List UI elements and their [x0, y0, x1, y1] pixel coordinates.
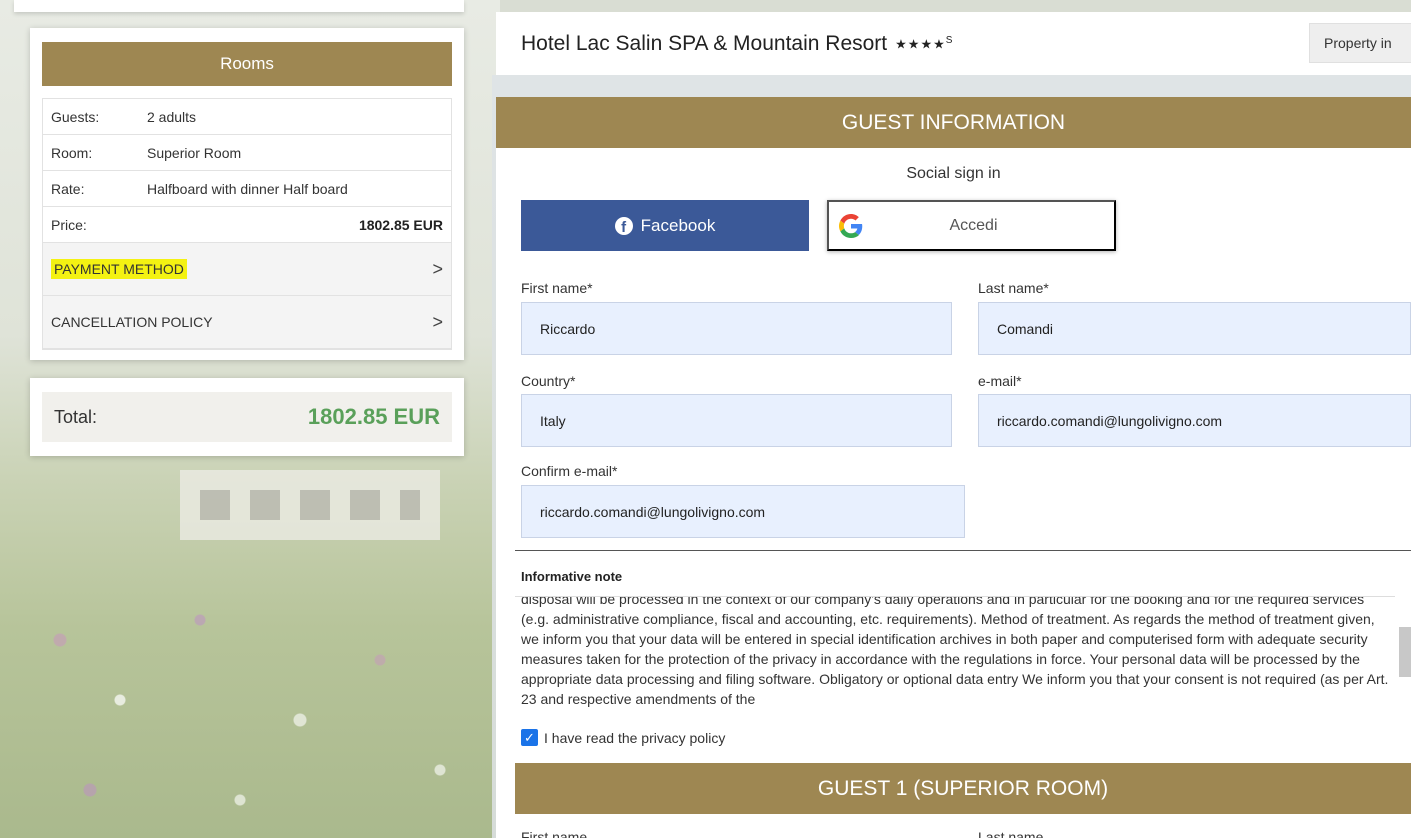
room-value: Superior Room — [147, 144, 242, 161]
rooms-row-guests: Guests: 2 adults — [43, 99, 451, 135]
booking-form-panel: GUEST INFORMATION Social sign in f Faceb… — [496, 97, 1411, 838]
guest-information-title: GUEST INFORMATION — [496, 97, 1411, 148]
total-row: Total: 1802.85 EUR — [42, 392, 452, 442]
payment-method-label: PAYMENT METHOD — [51, 259, 187, 279]
google-label: Accedi — [949, 216, 998, 234]
country-label: Country* — [521, 373, 576, 389]
rooms-row-rate: Rate: Halfboard with dinner Half board — [43, 171, 451, 207]
last-name-input[interactable] — [978, 302, 1411, 355]
informative-note-text: disposal will be processed in the contex… — [521, 596, 1389, 707]
email-label: e-mail* — [978, 373, 1022, 389]
country-input[interactable] — [521, 394, 952, 447]
guest1-first-name-label: First name — [521, 829, 588, 838]
chevron-right-icon: > — [432, 311, 443, 332]
hotel-name: Hotel Lac Salin SPA & Mountain Resort — [521, 31, 888, 55]
total-card: Total: 1802.85 EUR — [30, 378, 464, 456]
last-name-label: Last name* — [978, 280, 1049, 296]
informative-note-title: Informative note — [521, 569, 623, 584]
background-hotel-building — [180, 470, 440, 540]
facebook-label: Facebook — [640, 215, 716, 235]
cancellation-policy-accordion[interactable]: CANCELLATION POLICY > — [43, 296, 451, 349]
facebook-sign-in-button[interactable]: f Facebook — [521, 200, 809, 251]
payment-method-accordion[interactable]: PAYMENT METHOD > — [43, 243, 451, 296]
guest1-last-name-label: Last name — [978, 829, 1044, 838]
privacy-policy-checkbox-row[interactable]: ✓ I have read the privacy policy — [521, 729, 725, 746]
room-label: Room: — [51, 144, 93, 161]
privacy-policy-label: I have read the privacy policy — [544, 729, 726, 746]
informative-note-scrollbox[interactable]: disposal will be processed in the contex… — [515, 596, 1395, 714]
rate-label: Rate: — [51, 180, 85, 197]
google-icon — [839, 213, 863, 238]
email-input[interactable] — [978, 394, 1411, 447]
guest-1-title: GUEST 1 (SUPERIOR ROOM) — [515, 763, 1411, 814]
rooms-card-title: Rooms — [42, 42, 452, 86]
rooms-row-price: Price: 1802.85 EUR — [43, 207, 451, 243]
stars-glyphs: ★★★★ — [895, 36, 946, 52]
total-label: Total: — [54, 406, 98, 427]
social-sign-in-title: Social sign in — [906, 165, 1001, 182]
stars-suffix: S — [945, 34, 954, 46]
previous-card-edge — [14, 0, 464, 12]
rooms-row-room: Room: Superior Room — [43, 135, 451, 171]
confirm-email-label: Confirm e-mail* — [521, 463, 618, 479]
cancellation-policy-label: CANCELLATION POLICY — [51, 314, 213, 330]
first-name-label: First name* — [521, 280, 593, 296]
confirm-email-input[interactable] — [521, 485, 965, 538]
price-label: Price: — [51, 216, 87, 233]
google-sign-in-button[interactable]: Accedi — [827, 200, 1116, 251]
chevron-right-icon: > — [432, 258, 443, 279]
star-rating-icon: ★★★★S — [895, 35, 953, 52]
rate-value: Halfboard with dinner Half board — [147, 180, 348, 197]
hotel-header: Hotel Lac Salin SPA & Mountain Resort ★★… — [496, 12, 1411, 75]
guests-label: Guests: — [51, 108, 100, 125]
scrollbar-thumb[interactable] — [1399, 627, 1411, 677]
rooms-table: Guests: 2 adults Room: Superior Room Rat… — [42, 98, 452, 350]
rooms-summary-card: Rooms Guests: 2 adults Room: Superior Ro… — [30, 28, 464, 360]
guests-value: 2 adults — [147, 108, 197, 125]
total-value: 1802.85 EUR — [307, 404, 440, 429]
facebook-icon: f — [614, 216, 633, 235]
price-value: 1802.85 EUR — [358, 216, 443, 233]
property-info-button[interactable]: Property in — [1309, 23, 1411, 63]
checkbox-checked-icon[interactable]: ✓ — [521, 729, 538, 746]
section-divider — [515, 550, 1411, 551]
first-name-input[interactable] — [521, 302, 952, 355]
